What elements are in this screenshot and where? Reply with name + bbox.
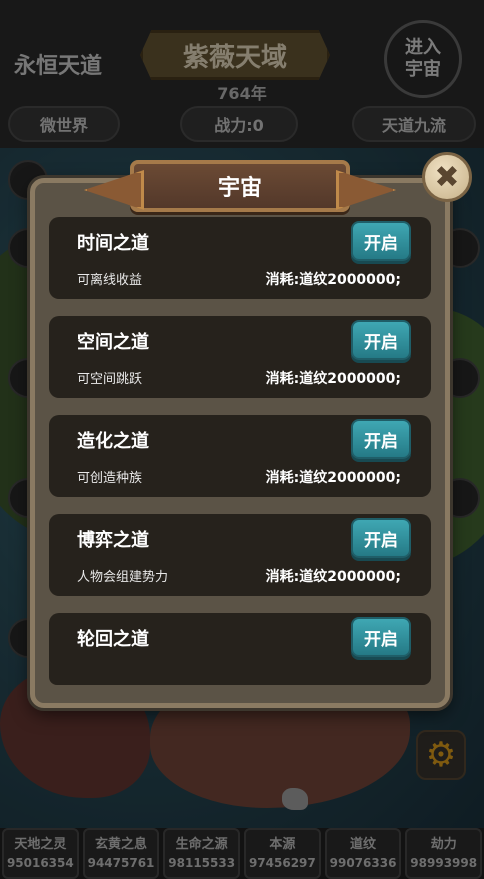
list-item: 造化之道 可创造种族 消耗:道纹2000000; 开启 [49,415,431,497]
dao-name: 博弈之道 [77,530,149,551]
dao-cost: 消耗:道纹2000000; [265,371,401,387]
dao-name: 空间之道 [77,332,149,353]
open-button[interactable]: 开启 [351,320,411,360]
list-item: 博弈之道 人物会组建势力 消耗:道纹2000000; 开启 [49,514,431,596]
open-button[interactable]: 开启 [351,518,411,558]
modal-title-plate: 宇宙 [130,160,350,212]
list-item: 时间之道 可离线收益 消耗:道纹2000000; 开启 [49,217,431,299]
dao-name: 造化之道 [77,431,149,452]
dao-description: 可离线收益 [77,273,143,288]
open-button[interactable]: 开启 [351,419,411,459]
list-item: 空间之道 可空间跳跃 消耗:道纹2000000; 开启 [49,316,431,398]
close-icon[interactable]: ✖ [422,152,472,202]
dao-cost: 消耗:道纹2000000; [265,470,401,486]
dao-description: 人物会组建势力 [77,570,169,585]
dao-cost: 消耗:道纹2000000; [265,272,401,288]
open-button[interactable]: 开启 [351,221,411,261]
modal-title: 宇宙 [217,176,262,201]
universe-modal: 时间之道 可离线收益 消耗:道纹2000000; 开启 空间之道 可空间跳跃 消… [30,178,450,708]
dao-cost: 消耗:道纹2000000; [265,569,401,585]
dao-description: 可创造种族 [77,471,143,486]
list-item: 轮回之道 开启 [49,613,431,685]
modal-scroll-list[interactable]: 时间之道 可离线收益 消耗:道纹2000000; 开启 空间之道 可空间跳跃 消… [49,209,431,685]
open-button[interactable]: 开启 [351,617,411,657]
dao-name: 时间之道 [77,233,149,254]
dao-name: 轮回之道 [77,629,149,650]
dao-description: 可空间跳跃 [77,372,143,387]
